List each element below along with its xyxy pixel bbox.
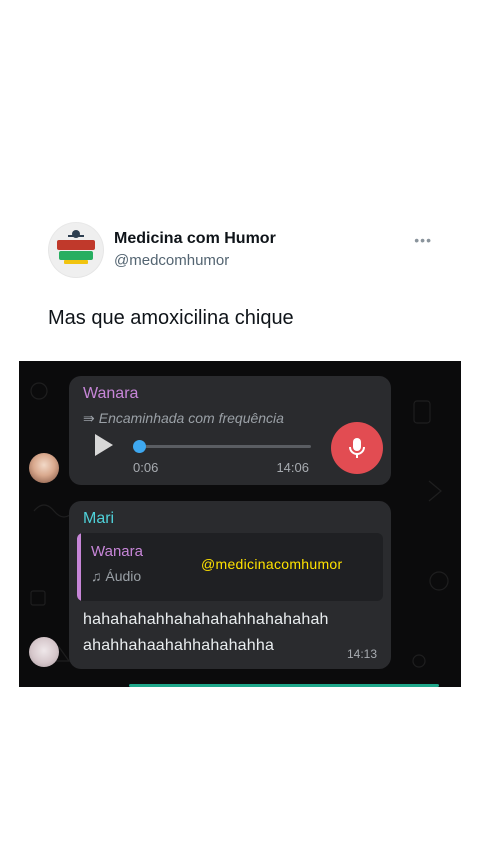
reply-message-line-1: hahahahahhahahahahhahahahah (83, 611, 329, 628)
reply-message-line-2: ahahhahaahahhahahahha (83, 637, 275, 654)
audio-progress-track[interactable] (133, 440, 311, 453)
watermark: @medicinacomhumor (201, 556, 343, 572)
voice-message-timestamp: 14:06 (276, 460, 309, 475)
wanara-avatar[interactable] (29, 453, 59, 483)
forwarded-icon: ⇛ (83, 410, 95, 426)
quoted-sender: Wanara (91, 543, 143, 560)
quoted-type: ♫ Áudio (91, 568, 141, 584)
next-message-edge (129, 684, 439, 687)
tweet-media-image[interactable]: Wanara ⇛ Encaminhada com frequência 0:06 … (19, 361, 461, 687)
quote-accent-bar (77, 533, 81, 601)
forwarded-label: ⇛ Encaminhada com frequência (83, 410, 284, 427)
microphone-icon (349, 438, 365, 458)
music-note-icon: ♫ (91, 568, 106, 584)
audio-progress-handle[interactable] (133, 440, 146, 453)
quoted-message[interactable]: Wanara ♫ Áudio @medicinacomhumor (77, 533, 383, 601)
play-icon[interactable] (95, 434, 113, 456)
reply-message-bubble: Mari Wanara ♫ Áudio @medicinacomhumor ha… (69, 501, 391, 669)
voice-message-bubble: Wanara ⇛ Encaminhada com frequência 0:06 … (69, 376, 391, 485)
ellipsis-icon[interactable]: ••• (414, 232, 432, 248)
mic-button[interactable] (331, 422, 383, 474)
tweet-text: Mas que amoxicilina chique (48, 307, 294, 329)
quoted-type-label: Áudio (105, 568, 142, 584)
profile-avatar[interactable] (48, 222, 104, 278)
forwarded-text: Encaminhada com frequência (98, 410, 284, 426)
medicina-humor-logo (49, 223, 103, 277)
display-name[interactable]: Medicina com Humor (114, 230, 276, 248)
user-handle[interactable]: @medcomhumor (114, 252, 229, 269)
reply-message-timestamp: 14:13 (346, 647, 377, 661)
tweet-header: Medicina com Humor @medcomhumor ••• (48, 220, 438, 280)
audio-elapsed-time: 0:06 (133, 460, 159, 475)
voice-message-sender: Wanara (83, 385, 139, 402)
mari-avatar[interactable] (29, 637, 59, 667)
blank-area (14, 688, 466, 854)
reply-message-sender: Mari (83, 510, 115, 527)
